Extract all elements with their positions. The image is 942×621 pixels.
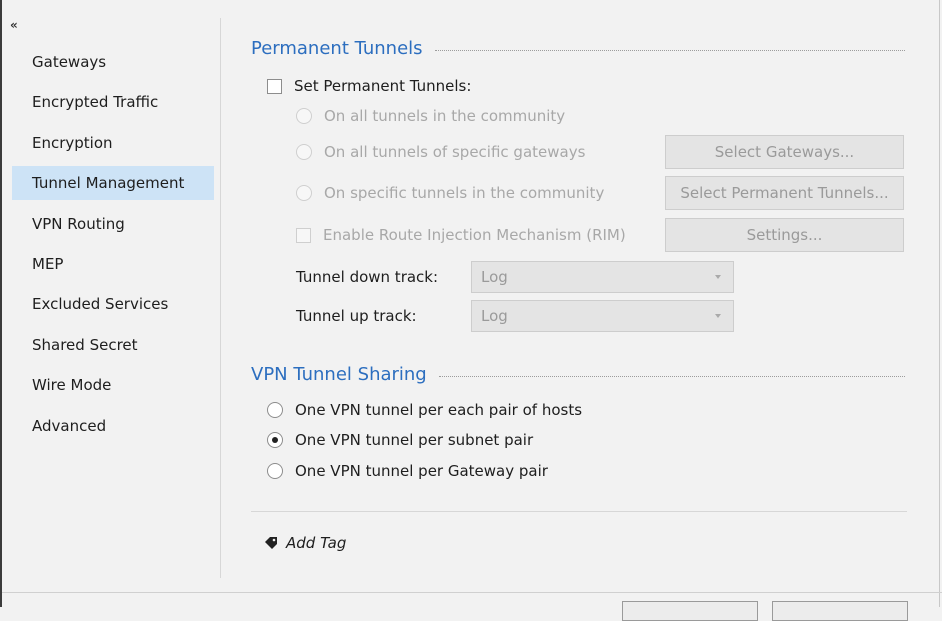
sidebar-item-encryption[interactable]: Encryption [12,126,214,160]
add-tag-link[interactable]: Add Tag [264,534,346,552]
tunnel-down-track-select[interactable]: Log [471,261,734,293]
radio-circle[interactable] [296,108,312,124]
checkbox-box[interactable] [267,78,282,94]
tunnel-down-track-label: Tunnel down track: [296,268,439,286]
section-divider [434,50,905,51]
checkbox-box[interactable] [296,227,311,243]
sidebar-item-tunnel-management[interactable]: Tunnel Management [12,166,214,201]
footer-divider [2,592,942,593]
radio-tunnel-per-gateway-pair[interactable]: One VPN tunnel per Gateway pair [267,462,548,480]
set-permanent-tunnels-checkbox[interactable]: Set Permanent Tunnels: [267,77,471,95]
sidebar-item-advanced[interactable]: Advanced [12,409,214,443]
radio-circle[interactable] [267,402,283,418]
radio-label: One VPN tunnel per Gateway pair [295,462,548,480]
sidebar-nav: Gateways Encrypted Traffic Encryption Tu… [12,45,214,449]
select-value: Log [481,307,508,325]
sidebar-item-encrypted-traffic[interactable]: Encrypted Traffic [12,85,214,119]
select-value: Log [481,268,508,286]
caret-down-icon [715,275,721,279]
radio-all-tunnels-community[interactable]: On all tunnels in the community [296,107,565,125]
tunnel-up-track-label: Tunnel up track: [296,307,417,325]
rim-settings-button[interactable]: Settings... [665,218,904,252]
sidebar-item-vpn-routing[interactable]: VPN Routing [12,207,214,241]
radio-circle-selected[interactable] [267,432,283,448]
section-title-permanent-tunnels: Permanent Tunnels [251,38,905,59]
section-title-text: Permanent Tunnels [251,38,423,59]
section-divider [438,376,905,377]
select-gateways-button[interactable]: Select Gateways... [665,135,904,169]
tag-divider [251,511,907,512]
section-title-text: VPN Tunnel Sharing [251,364,427,385]
checkbox-label: Enable Route Injection Mechanism (RIM) [323,226,626,244]
radio-label: One VPN tunnel per subnet pair [295,431,534,449]
sidebar-divider [220,18,221,578]
radio-circle[interactable] [296,185,312,201]
radio-all-tunnels-specific-gateways[interactable]: On all tunnels of specific gateways [296,143,585,161]
footer-button-left[interactable] [622,601,758,621]
sidebar-item-wire-mode[interactable]: Wire Mode [12,368,214,402]
radio-label: One VPN tunnel per each pair of hosts [295,401,583,419]
radio-label: On specific tunnels in the community [324,184,605,202]
checkbox-label: Set Permanent Tunnels: [294,77,472,95]
add-tag-label: Add Tag [286,534,347,552]
footer-button-right[interactable] [772,601,908,621]
tag-icon [265,537,277,549]
radio-tunnel-per-subnet-pair[interactable]: One VPN tunnel per subnet pair [267,431,533,449]
section-title-vpn-tunnel-sharing: VPN Tunnel Sharing [251,364,905,385]
tunnel-up-track-select[interactable]: Log [471,300,734,332]
sidebar-item-gateways[interactable]: Gateways [12,45,214,79]
sidebar-item-mep[interactable]: MEP [12,247,214,281]
radio-label: On all tunnels of specific gateways [324,143,586,161]
select-permanent-tunnels-button[interactable]: Select Permanent Tunnels... [665,176,904,210]
dialog-frame: « Gateways Encrypted Traffic Encryption … [0,0,942,621]
caret-down-icon [715,314,721,318]
radio-tunnel-per-host-pair[interactable]: One VPN tunnel per each pair of hosts [267,401,582,419]
radio-circle[interactable] [267,463,283,479]
radio-circle[interactable] [296,144,312,160]
radio-specific-tunnels-community[interactable]: On specific tunnels in the community [296,184,604,202]
radio-label: On all tunnels in the community [324,107,566,125]
enable-rim-checkbox[interactable]: Enable Route Injection Mechanism (RIM) [296,226,626,244]
sidebar-item-shared-secret[interactable]: Shared Secret [12,328,214,362]
collapse-sidebar-icon[interactable]: « [10,18,18,32]
sidebar-item-excluded-services[interactable]: Excluded Services [12,287,214,321]
